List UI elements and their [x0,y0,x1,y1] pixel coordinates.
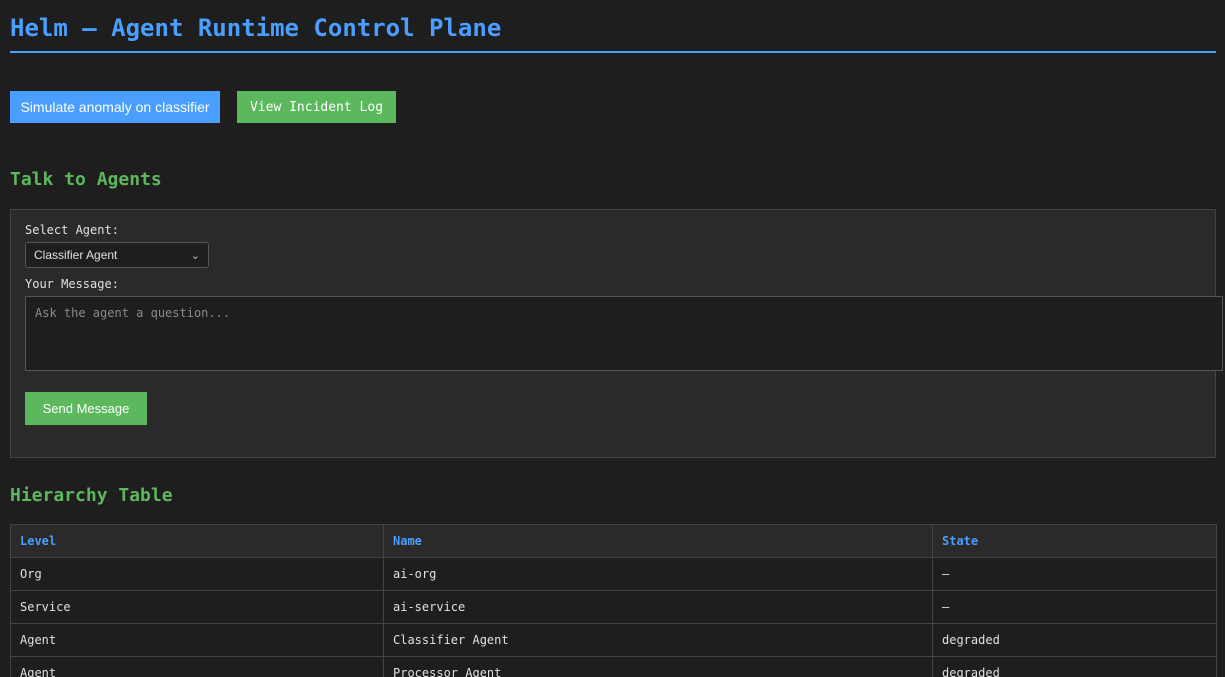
column-header-name: Name [383,524,933,558]
hierarchy-table-heading: Hierarchy Table [10,485,173,506]
row-state: — [932,557,1217,591]
row-name: Classifier Agent [383,623,933,657]
chevron-down-icon: ⌄ [190,249,200,262]
row-state: — [932,590,1217,624]
page: Helm — Agent Runtime Control Plane Simul… [0,0,1225,677]
message-label: Your Message: [25,277,119,291]
talk-panel: Select Agent: Classifier Agent ⌄ Your Me… [10,209,1223,458]
hierarchy-table: Level Name State Org ai-org — Service ai… [10,524,1217,677]
row-level: Agent [10,656,384,677]
row-name: ai-org [383,557,933,591]
table-header-row: Level Name State [10,524,1217,558]
row-level: Org [10,557,384,591]
table-row: Service ai-service — [10,590,1217,624]
message-input[interactable] [25,296,1223,371]
row-state-degraded: degraded [932,656,1217,677]
table-row: Agent Classifier Agent degraded [10,623,1217,657]
row-name: ai-service [383,590,933,624]
row-level: Service [10,590,384,624]
page-title: Helm — Agent Runtime Control Plane [10,14,502,42]
agent-select-value: Classifier Agent [34,248,118,262]
table-row: Org ai-org — [10,557,1217,591]
view-incident-log-button[interactable]: View Incident Log [237,91,396,123]
send-message-button[interactable]: Send Message [25,392,147,425]
row-level: Agent [10,623,384,657]
row-state-degraded: degraded [932,623,1217,657]
title-divider [10,51,1216,53]
simulate-anomaly-button[interactable]: Simulate anomaly on classifier [10,91,220,123]
select-agent-label: Select Agent: [25,223,119,237]
column-header-state: State [932,524,1217,558]
talk-to-agents-heading: Talk to Agents [10,169,162,190]
row-name: Processor Agent [383,656,933,677]
agent-select[interactable]: Classifier Agent ⌄ [25,242,209,268]
table-row: Agent Processor Agent degraded [10,656,1217,677]
column-header-level: Level [10,524,384,558]
